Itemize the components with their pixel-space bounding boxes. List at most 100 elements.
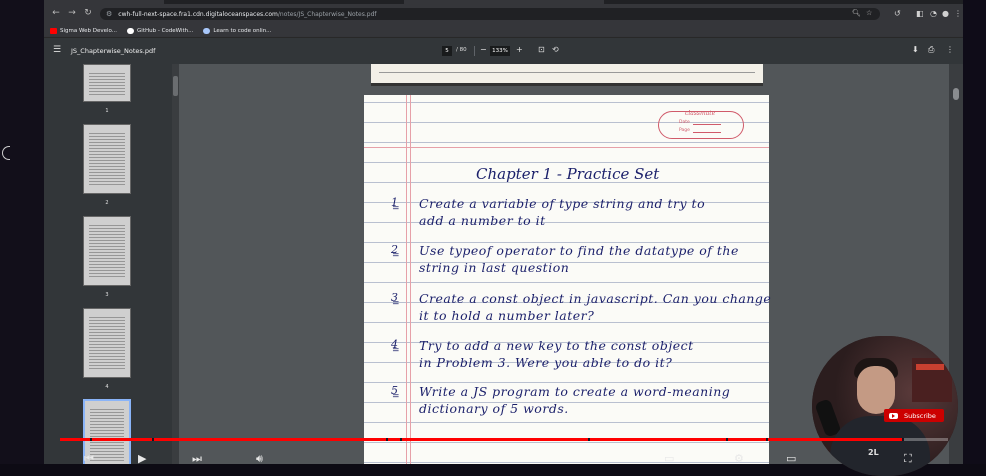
notebook-page: classmate Date Page Chapter 1 - Practice… [364,95,772,464]
chapter-marker [726,438,728,441]
question-number: 1 [391,196,400,214]
question-line: Create a variable of type string and try… [419,196,706,211]
question-line: string in last question [419,260,570,275]
question-line: Try to add a new key to the const object [419,338,694,353]
chapter-marker [386,438,388,441]
youtube-favicon-icon [50,27,57,34]
presenter-body [830,416,930,476]
date-label: Date [679,120,690,125]
page-header-line [364,147,769,148]
browser-menu-icon[interactable]: ⋮ [954,9,962,18]
youtube-play-icon [889,412,898,419]
chapter-heading: Chapter 1 - Practice Set [476,165,660,183]
sidebar-scrollbar[interactable] [172,64,179,464]
desktop-left-edge [0,0,44,464]
pdf-toolbar: ☰ JS_Chapterwise_Notes.pdf 5 / 80 − 133%… [44,38,963,64]
chapter-marker [90,438,92,441]
thumbnail-page-2[interactable] [83,124,131,194]
question-line: Create a const object in javascript. Can… [419,291,772,306]
question-line: in Problem 3. Were you able to do it? [419,355,673,370]
bookmark-label: GitHub - CodeWith... [137,27,194,34]
site-info-icon[interactable]: ⚙ [106,10,112,18]
chapter-marker [588,438,590,441]
classmate-brand: classmate [685,110,716,117]
bookmark-learn-to-code[interactable]: Learn to code onlin... [203,27,272,34]
pdf-filename: JS_Chapterwise_Notes.pdf [71,47,156,55]
thumbnail-number: 4 [105,384,109,390]
desktop-right-edge [963,0,986,464]
extensions-sync-icon[interactable]: ↺ [894,9,901,18]
question-line: it to hold a number later? [419,308,595,323]
question-line: Write a JS program to create a word-mean… [419,384,731,399]
chapter-marker [766,438,768,441]
subscribe-label: Subscribe [904,411,936,420]
thumbnail-sidebar: 1 2 3 4 [44,64,172,464]
captions-icon[interactable]: ▭ [664,452,674,465]
bookmarks-bar: Sigma Web Develo... GitHub - CodeWith...… [44,24,963,38]
mouse-cursor [2,146,10,160]
side-panel-icon[interactable]: ◧ [916,9,924,18]
fit-page-icon[interactable]: ⊡ [538,45,545,54]
question-number: 3 [391,291,400,309]
video-controls: ⏮ ▶ ⏭ 🔊︎ ▭ ⚙ ▭ ⛶ [44,448,963,465]
forward-icon[interactable]: → [64,8,80,18]
url-path: /notes/JS_Chapterwise_Notes.pdf [277,10,377,18]
address-bar-row: ← → ↻ ⚙ cwh-full-next-space.fra1.cdn.dig… [44,4,963,24]
chapter-marker [400,438,402,441]
bookmark-label: Learn to code onlin... [213,27,272,34]
print-icon[interactable]: ⎙ [928,45,934,55]
zoom-out-icon[interactable]: − [480,45,487,54]
reload-icon[interactable]: ↻ [80,8,96,18]
previous-page-bottom [371,64,763,86]
back-icon[interactable]: ← [48,8,64,18]
zoom-lens-icon[interactable]: 🔍︎ [852,9,861,17]
presenter-face [857,366,895,414]
thumbnail-page-1[interactable] [83,64,131,102]
thumbnail-number: 2 [105,200,109,206]
thumbnail-page-3[interactable] [83,216,131,286]
bookmark-github[interactable]: GitHub - CodeWith... [127,27,194,34]
more-options-icon[interactable]: ⋮ [946,45,954,54]
date-field: Date [679,120,721,125]
toolbar-divider [474,46,475,56]
video-progress-fill [60,438,904,441]
classmate-logo: classmate Date Page [658,110,744,139]
url-field[interactable]: ⚙ cwh-full-next-space.fra1.cdn.digitaloc… [100,8,880,20]
thumbnail-number: 3 [105,292,109,298]
chapter-marker [152,438,154,441]
settings-gear-icon[interactable]: ⚙ [734,452,744,465]
thumbnail-number: 1 [105,108,109,114]
github-favicon-icon [127,27,135,34]
page-number-input[interactable]: 5 [442,46,452,56]
page-total: / 80 [456,47,467,53]
question-number: 4 [391,338,400,356]
play-icon[interactable]: ▶ [138,452,146,465]
question-line: Use typeof operator to find the datatype… [419,243,739,258]
history-icon[interactable]: ◔ [930,9,937,18]
chapter-marker [902,438,904,441]
miniplayer-icon[interactable]: ▭ [786,452,796,465]
page-label: Page [679,128,690,133]
question-number: 2 [391,243,400,261]
bookmark-label: Sigma Web Develo... [60,27,118,34]
profile-icon[interactable]: ● [942,9,949,18]
rotate-icon[interactable]: ⟲ [552,45,559,54]
question-number: 5 [391,384,400,402]
url-host: cwh-full-next-space.fra1.cdn.digitalocea… [118,10,278,18]
pdf-menu-icon[interactable]: ☰ [53,45,61,55]
question-line: add a number to it [419,213,546,228]
download-icon[interactable]: ⬇ [912,45,919,54]
zoom-in-icon[interactable]: + [516,45,523,54]
bookmark-sigma[interactable]: Sigma Web Develo... [50,27,118,34]
bookmark-star-icon[interactable]: ☆ [866,9,872,17]
video-frame: ← → ↻ ⚙ cwh-full-next-space.fra1.cdn.dig… [0,0,986,476]
page-margin-line [406,95,407,464]
thumbnail-page-4[interactable] [83,308,131,378]
subscribe-button[interactable]: Subscribe [884,409,944,422]
page-margin-line [410,95,411,464]
site-favicon-icon [203,27,211,34]
video-progress-bar[interactable] [60,438,948,441]
question-line: dictionary of 5 words. [419,401,569,416]
zoom-level-input[interactable]: 133% [490,46,510,56]
page-field: Page [679,128,721,133]
